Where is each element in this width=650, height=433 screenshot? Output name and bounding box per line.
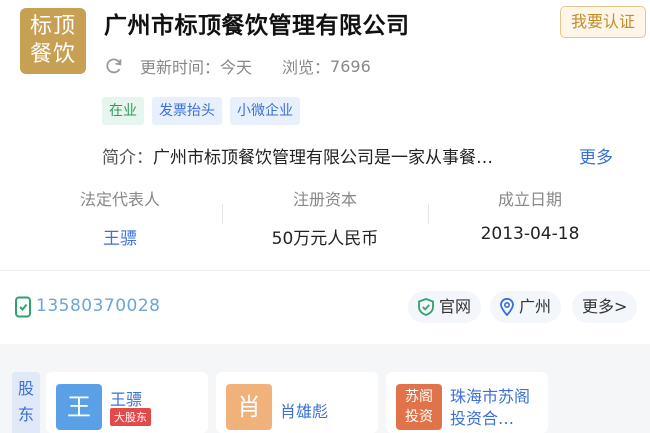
stat-capital: 注册资本 50万元人民币 [225, 186, 425, 249]
meta-row: 更新时间： 今天 浏览： 7696 [104, 54, 371, 78]
size-tag: 小微企业 [230, 97, 300, 125]
location-label: 广州 [519, 297, 552, 316]
claim-button[interactable]: 我要认证 [560, 6, 646, 38]
tab-shareholders[interactable]: 股东 [12, 372, 40, 433]
logo-line1: 标顶 [29, 14, 76, 39]
views-value: 7696 [330, 56, 371, 76]
invoice-tag[interactable]: 发票抬头 [152, 97, 222, 125]
stat-founded: 成立日期 2013-04-18 [430, 186, 630, 244]
stat-label: 法定代表人 [79, 190, 160, 209]
location-pin-icon [500, 298, 514, 316]
stat-value: 2013-04-18 [480, 224, 580, 244]
company-name: 广州市标顶餐饮管理有限公司 [104, 13, 410, 39]
stat-value: 50万元人民币 [271, 229, 379, 249]
stat-legal-rep: 法定代表人 王骠 [20, 186, 220, 249]
updated-label: 更新时间： [140, 58, 221, 77]
avatar: 王 [56, 384, 102, 430]
stat-label: 成立日期 [497, 190, 562, 209]
updated-value: 今天 [220, 58, 253, 77]
major-shareholder-badge: 大股东 [110, 408, 151, 426]
avatar: 苏阁投资 [396, 384, 442, 430]
intro-label: 简介： [102, 148, 153, 168]
phone-number[interactable]: 13580370028 [36, 296, 160, 316]
shareholder-card[interactable]: 肖 肖雄彪 [216, 372, 378, 433]
legal-rep-link[interactable]: 王骠 [20, 224, 220, 249]
website-label: 官网 [439, 297, 472, 316]
logo-line2: 餐饮 [29, 42, 76, 67]
contact-row: 13580370028 官网 广州 更多> [0, 270, 650, 342]
status-badge: 在业 [102, 97, 144, 125]
shareholder-name[interactable]: 珠海市苏阁投资合… [450, 386, 544, 430]
stat-label: 注册资本 [292, 190, 357, 209]
company-logo: 标顶 餐饮 [20, 8, 86, 74]
company-intro: 简介： 广州市标顶餐饮管理有限公司是一家从事餐… 更多 [102, 143, 642, 168]
intro-more-link[interactable]: 更多 [579, 143, 613, 168]
more-contact-label: 更多> [582, 297, 628, 316]
tag-list: 在业 发票抬头 小微企业 [102, 97, 300, 125]
shield-icon [418, 298, 434, 316]
phone-icon[interactable] [14, 296, 32, 318]
shareholder-name[interactable]: 王骠 [110, 386, 142, 410]
website-button[interactable]: 官网 [408, 291, 482, 323]
key-stats: 法定代表人 王骠 注册资本 50万元人民币 成立日期 2013-04-18 [0, 186, 650, 249]
shareholder-name[interactable]: 肖雄彪 [280, 398, 328, 422]
views-label: 浏览： [282, 58, 331, 77]
divider [222, 204, 223, 224]
location-button[interactable]: 广州 [490, 291, 562, 323]
divider [428, 204, 429, 224]
refresh-icon[interactable] [104, 56, 124, 76]
more-contact-button[interactable]: 更多> [572, 291, 638, 323]
shareholder-card[interactable]: 苏阁投资 珠海市苏阁投资合… [386, 372, 548, 433]
intro-text: 广州市标顶餐饮管理有限公司是一家从事餐… [153, 148, 493, 168]
avatar: 肖 [226, 384, 272, 430]
